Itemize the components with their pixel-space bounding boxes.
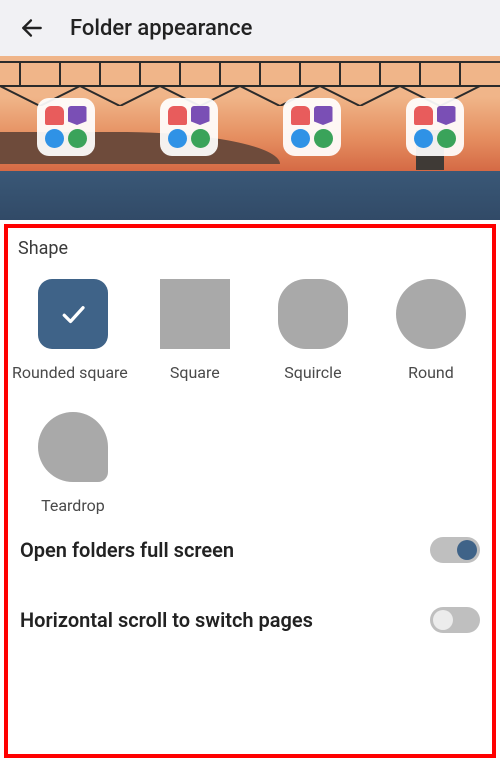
- toggle-label: Horizontal scroll to switch pages: [20, 608, 313, 632]
- shape-grid: Rounded square Square Squircle Round Tea…: [18, 279, 482, 515]
- switch-knob: [457, 540, 477, 560]
- preview-folder-icon: [406, 98, 464, 156]
- shape-thumb-round: [396, 279, 466, 349]
- wallpaper-preview: [0, 56, 500, 220]
- preview-folder-icon: [160, 98, 218, 156]
- shape-option-rounded-square[interactable]: Rounded square: [18, 279, 128, 382]
- shape-option-square[interactable]: Square: [144, 279, 246, 382]
- toggle-label: Open folders full screen: [20, 538, 234, 562]
- shape-option-squircle[interactable]: Squircle: [262, 279, 364, 382]
- shape-label: Round: [380, 363, 482, 382]
- checkmark-icon: [38, 279, 108, 349]
- shape-option-teardrop[interactable]: Teardrop: [18, 412, 128, 515]
- shape-label: Rounded square: [12, 363, 128, 382]
- shape-label: Squircle: [262, 363, 364, 382]
- shape-thumb-square: [160, 279, 230, 349]
- shape-section-label: Shape: [18, 238, 482, 259]
- shape-label: Square: [144, 363, 246, 382]
- page-title: Folder appearance: [70, 16, 252, 41]
- toggle-full-screen[interactable]: [430, 537, 480, 563]
- shape-thumb-rounded-square: [38, 279, 108, 349]
- settings-panel: Shape Rounded square Square Squircle Rou…: [0, 220, 500, 655]
- shape-thumb-teardrop: [38, 412, 108, 482]
- preview-folders-row: [0, 98, 500, 156]
- arrow-left-icon: [19, 15, 45, 41]
- shape-option-round[interactable]: Round: [380, 279, 482, 382]
- header-bar: Folder appearance: [0, 0, 500, 56]
- switch-knob: [433, 610, 453, 630]
- back-button[interactable]: [16, 12, 48, 44]
- toggle-row-horizontal-scroll: Horizontal scroll to switch pages: [18, 585, 482, 655]
- preview-folder-icon: [283, 98, 341, 156]
- shape-label: Teardrop: [18, 496, 128, 515]
- preview-folder-icon: [37, 98, 95, 156]
- toggle-row-full-screen: Open folders full screen: [18, 515, 482, 585]
- toggle-horizontal-scroll[interactable]: [430, 607, 480, 633]
- shape-thumb-squircle: [278, 279, 348, 349]
